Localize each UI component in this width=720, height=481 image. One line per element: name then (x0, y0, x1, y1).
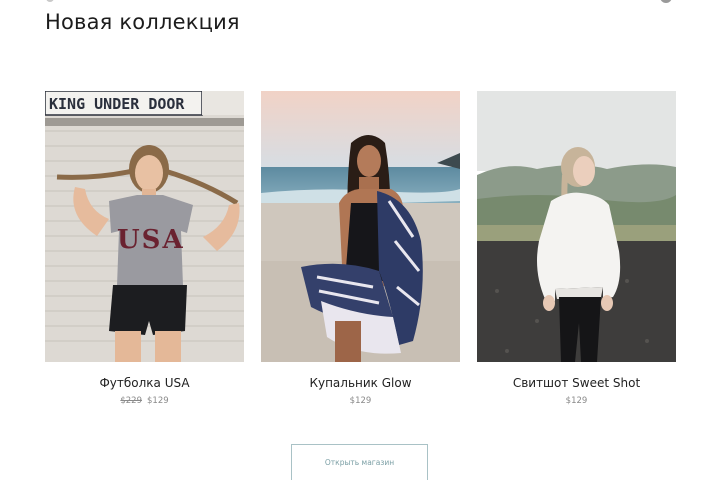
product-name[interactable]: Свитшот Sweet Shot (477, 376, 676, 390)
product-price: $229 $129 (45, 396, 244, 406)
old-price: $229 (120, 396, 142, 406)
shirt-print: USA (117, 225, 185, 255)
product-card[interactable]: KING UNDER DOOR USA Футболка USA $229 $1… (45, 91, 244, 406)
current-price: $129 (147, 396, 169, 406)
product-price: $129 (261, 396, 460, 406)
open-shop-button[interactable]: Открыть магазин (291, 444, 428, 480)
product-price: $129 (477, 396, 676, 406)
product-card[interactable]: Купальник Glow $129 (261, 91, 460, 406)
product-image-tshirt[interactable]: KING UNDER DOOR USA (45, 91, 244, 362)
product-image-sweatshirt[interactable] (477, 91, 676, 362)
section-title: Новая коллекция (45, 10, 240, 34)
cart-icon[interactable] (660, 0, 672, 3)
product-name[interactable]: Футболка USA (45, 376, 244, 390)
top-edge (0, 0, 720, 6)
product-card[interactable]: Свитшот Sweet Shot $129 (477, 91, 676, 406)
product-image-swimsuit[interactable] (261, 91, 460, 362)
header-edge-mark (46, 0, 54, 2)
product-name[interactable]: Купальник Glow (261, 376, 460, 390)
current-price: $129 (349, 396, 372, 406)
sign-text: KING UNDER DOOR (49, 95, 185, 113)
product-grid: KING UNDER DOOR USA Футболка USA $229 $1… (45, 91, 677, 421)
current-price: $129 (565, 396, 588, 406)
